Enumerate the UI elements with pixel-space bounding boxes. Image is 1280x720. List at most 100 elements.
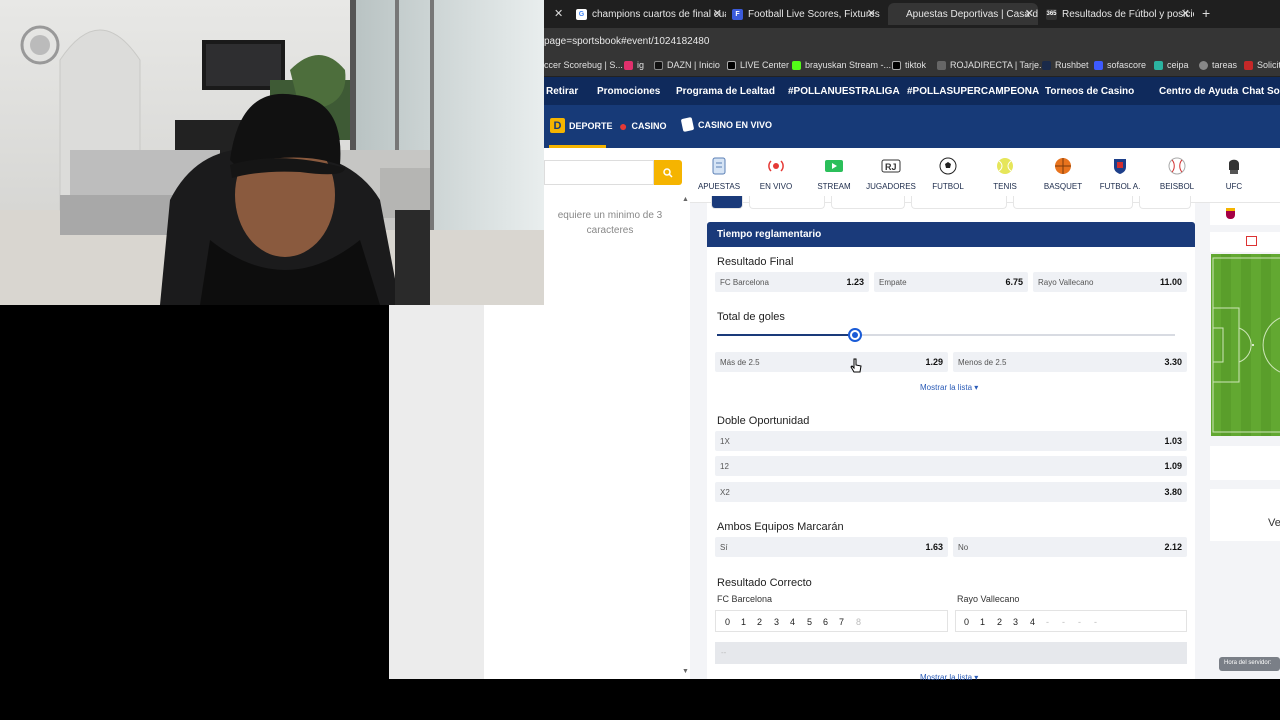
sport-stream[interactable]: STREAM [806, 154, 862, 191]
bookmark[interactable]: brayuskan Stream -... [792, 60, 891, 70]
tab-casino[interactable]: ● CASINO [619, 118, 666, 134]
sport-beisbol[interactable]: BEISBOL [1149, 154, 1205, 191]
score-option[interactable]: 2 [997, 617, 1002, 627]
bookmark[interactable]: ig [624, 60, 644, 70]
score-option[interactable]: 0 [964, 617, 969, 627]
sport-jugadores[interactable]: RJ JUGADORES [863, 154, 919, 191]
nav-retirar[interactable]: Retirar [546, 86, 578, 97]
bookmark[interactable]: Solicit [1244, 60, 1280, 70]
bookmark[interactable]: DAZN | Inicio [654, 60, 720, 70]
score-option[interactable]: - [1046, 617, 1049, 627]
bookmark[interactable]: Rushbet [1042, 60, 1089, 70]
away-score-selector[interactable]: 0 1 2 3 4 - - - - [955, 610, 1187, 632]
score-option[interactable]: 3 [774, 617, 779, 627]
odd-button[interactable]: FC Barcelona 1.23 [715, 272, 869, 292]
home-score-selector[interactable]: 0 1 2 3 4 5 6 7 8 [715, 610, 948, 632]
score-option[interactable]: 7 [839, 617, 844, 627]
filter-pill[interactable] [1013, 196, 1133, 209]
odd-button[interactable]: X2 3.80 [715, 482, 1187, 502]
section-title: Resultado Correcto [717, 577, 812, 589]
odd-button[interactable]: Empate 6.75 [874, 272, 1028, 292]
close-tab-icon[interactable]: ✕ [713, 7, 722, 20]
nav-promociones[interactable]: Promociones [597, 86, 660, 97]
goals-slider-handle[interactable] [848, 328, 862, 342]
scroll-up-arrow[interactable]: ▲ [682, 196, 689, 203]
close-tab-icon[interactable]: ✕ [1181, 7, 1190, 20]
bookmark[interactable]: ROJADIRECTA | Tarje... [937, 60, 1047, 70]
score-option[interactable]: 1 [980, 617, 985, 627]
sport-ufc[interactable]: UFC [1206, 154, 1262, 191]
odd-button[interactable]: Menos de 2.5 3.30 [953, 352, 1187, 372]
sport-en-vivo[interactable]: EN VIVO [748, 154, 804, 191]
filter-pill[interactable] [911, 196, 1007, 209]
score-option[interactable]: 2 [757, 617, 762, 627]
pitch-view-icon[interactable] [1246, 236, 1257, 246]
kick-icon [792, 60, 801, 70]
tab-casino-en-vivo[interactable]: CASINO EN VIVO [680, 116, 772, 133]
bookmark[interactable]: ceipa [1154, 60, 1189, 70]
score-option[interactable]: - [1078, 617, 1081, 627]
score-option[interactable]: 6 [823, 617, 828, 627]
address-bar[interactable]: page=sportsbook#event/1024182480 [544, 28, 1280, 55]
score-option[interactable]: - [1062, 617, 1065, 627]
live-icon [766, 156, 786, 176]
search-button[interactable] [654, 160, 682, 185]
home-team-label: FC Barcelona [717, 594, 773, 604]
show-list-link[interactable]: Mostrar la lista ▾ [920, 383, 978, 392]
baseball-icon [1167, 156, 1187, 176]
bookmark[interactable]: ccer Scorebug | S... [544, 60, 623, 70]
view-more-text[interactable]: Ve [1268, 517, 1280, 529]
score-option[interactable]: - [1094, 617, 1097, 627]
close-tab-icon[interactable]: ✕ [554, 7, 563, 20]
browser-tab[interactable]: 365 Resultados de Fútbol y posicio ✕ [1046, 3, 1194, 25]
odd-button[interactable]: 12 1.09 [715, 456, 1187, 476]
filter-pill[interactable] [831, 196, 905, 209]
nav-polla-liga[interactable]: #POLLANUESTRALIGA [788, 86, 900, 97]
tab-deporte[interactable]: D DEPORTE [550, 118, 613, 133]
odd-button[interactable]: Rayo Vallecano 11.00 [1033, 272, 1187, 292]
correct-score-result[interactable]: -- [715, 642, 1187, 664]
sport-futbol[interactable]: FUTBOL [920, 154, 976, 191]
browser-tab[interactable]: F Football Live Scores, Fixtures & ✕ [732, 3, 880, 25]
close-tab-icon[interactable]: ✕ [1025, 7, 1034, 20]
scroll-down-arrow[interactable]: ▼ [682, 668, 689, 675]
bookmark[interactable]: sofascore [1094, 60, 1146, 70]
filter-pill[interactable] [1139, 196, 1191, 209]
nav-centro-ayuda[interactable]: Centro de Ayuda [1159, 86, 1238, 97]
score-option[interactable]: 0 [725, 617, 730, 627]
url-text[interactable]: page=sportsbook#event/1024182480 [544, 36, 709, 47]
sport-futbol-americano[interactable]: FUTBOL A. [1092, 154, 1148, 191]
score-option[interactable]: 1 [741, 617, 746, 627]
match-tracker-pitch [1211, 254, 1280, 436]
odd-button[interactable]: No 2.12 [953, 537, 1187, 557]
nav-polla-supercampeona[interactable]: #POLLASUPERCAMPEONA [907, 86, 1039, 97]
sport-basquet[interactable]: BASQUET [1035, 154, 1091, 191]
match-info-card [1210, 446, 1280, 480]
bookmark[interactable]: tareas [1199, 60, 1237, 70]
score-option[interactable]: 8 [856, 617, 861, 627]
dazn-icon [654, 60, 663, 70]
bookmark[interactable]: LIVE Center [727, 60, 789, 70]
score-option[interactable]: 4 [790, 617, 795, 627]
odd-button[interactable]: Sí 1.63 [715, 537, 948, 557]
score-option[interactable]: 5 [807, 617, 812, 627]
bookmark[interactable]: tiktok [892, 60, 926, 70]
browser-tab[interactable]: G champions cuartos de final cua ✕ [576, 3, 726, 25]
close-tab-icon[interactable]: ✕ [867, 7, 876, 20]
browser-tab-active[interactable]: Apuestas Deportivas | Casa de ✕ [888, 3, 1038, 25]
pitch-lines [1211, 254, 1280, 436]
new-tab-icon[interactable]: + [1202, 5, 1210, 21]
odd-button[interactable]: 1X 1.03 [715, 431, 1187, 451]
sport-tenis[interactable]: TENIS [977, 154, 1033, 191]
sport-apuestas[interactable]: APUESTAS [691, 154, 747, 191]
search-input[interactable] [544, 160, 654, 185]
nav-chat-soporte[interactable]: Chat Sop [1242, 86, 1280, 97]
show-list-link[interactable]: Mostrar la lista ▾ [920, 673, 978, 682]
filter-pill[interactable] [749, 196, 825, 209]
score-option[interactable]: 4 [1030, 617, 1035, 627]
nav-torneos-casino[interactable]: Torneos de Casino [1045, 86, 1134, 97]
odd-button[interactable]: Más de 2.5 1.29 [715, 352, 948, 372]
nav-lealtad[interactable]: Programa de Lealtad [676, 86, 775, 97]
score-option[interactable]: 3 [1013, 617, 1018, 627]
filter-pill-active[interactable] [711, 196, 743, 209]
